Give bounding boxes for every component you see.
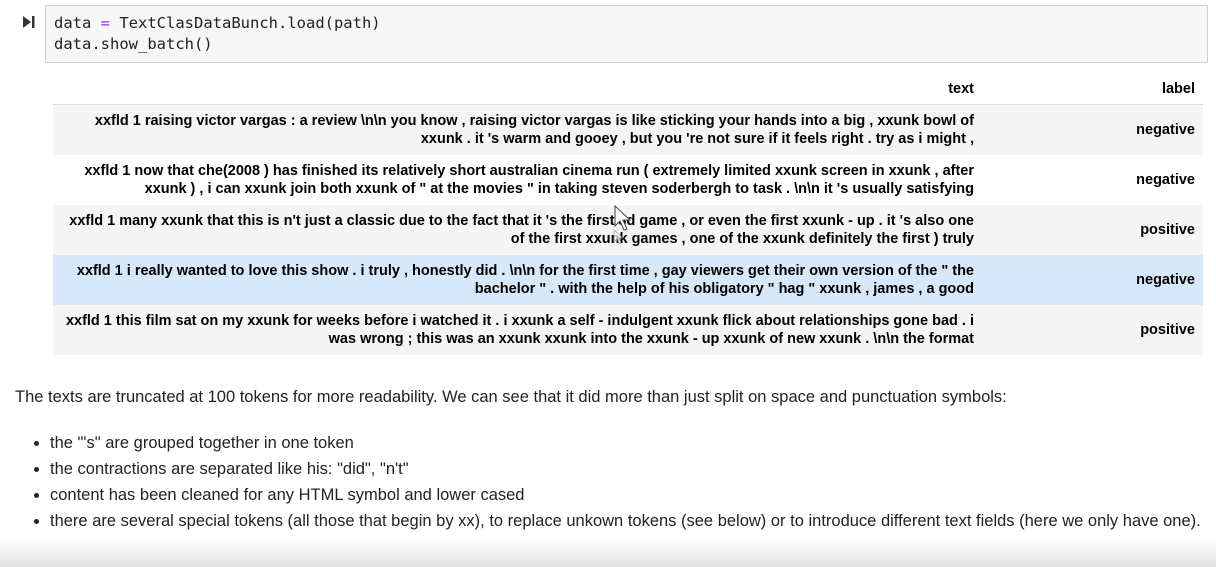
table-row: xxfld 1 many xxunk that this is n't just…: [53, 205, 1203, 255]
table-header-row: text label: [53, 74, 1203, 105]
text-cell: xxfld 1 many xxunk that this is n't just…: [69, 213, 974, 247]
list-item: the contractions are separated like his:…: [50, 456, 1216, 482]
text-cell: xxfld 1 raising victor vargas : a review…: [94, 113, 974, 147]
column-header-label: label: [1097, 74, 1203, 105]
markdown-paragraph: The texts are truncated at 100 tokens fo…: [15, 388, 1007, 406]
run-cell-icon[interactable]: [22, 14, 36, 30]
label-cell: negative: [1136, 172, 1195, 188]
list-item: the "'s" are grouped together in one tok…: [50, 430, 1216, 456]
table-row: xxfld 1 this film sat on my xxunk for we…: [53, 305, 1203, 355]
table-row: xxfld 1 i really wanted to love this sho…: [53, 255, 1203, 305]
list-item: content has been cleaned for any HTML sy…: [50, 482, 1216, 508]
list-item: there are several special tokens (all th…: [50, 508, 1216, 534]
code-line-1: data = TextClasDataBunch.load(path): [54, 14, 381, 32]
text-cell: xxfld 1 i really wanted to love this sho…: [76, 263, 974, 297]
label-cell: positive: [1140, 222, 1195, 238]
column-header-text: text: [53, 74, 1097, 105]
text-cell: xxfld 1 now that che(2008 ) has finished…: [84, 163, 974, 197]
markdown-bullet-list: the "'s" are grouped together in one tok…: [0, 430, 1216, 534]
label-cell: positive: [1140, 322, 1195, 338]
bottom-fade: [0, 539, 1216, 567]
text-cell: xxfld 1 this film sat on my xxunk for we…: [65, 313, 974, 347]
code-input[interactable]: data = TextClasDataBunch.load(path) data…: [45, 5, 1208, 63]
output-dataframe: text label xxfld 1 raising victor vargas…: [53, 74, 1203, 355]
code-line-2: data.show_batch(): [54, 35, 213, 53]
label-cell: negative: [1136, 122, 1195, 138]
table-row: xxfld 1 raising victor vargas : a review…: [53, 104, 1203, 155]
label-cell: negative: [1136, 272, 1195, 288]
table-row: xxfld 1 now that che(2008 ) has finished…: [53, 155, 1203, 205]
